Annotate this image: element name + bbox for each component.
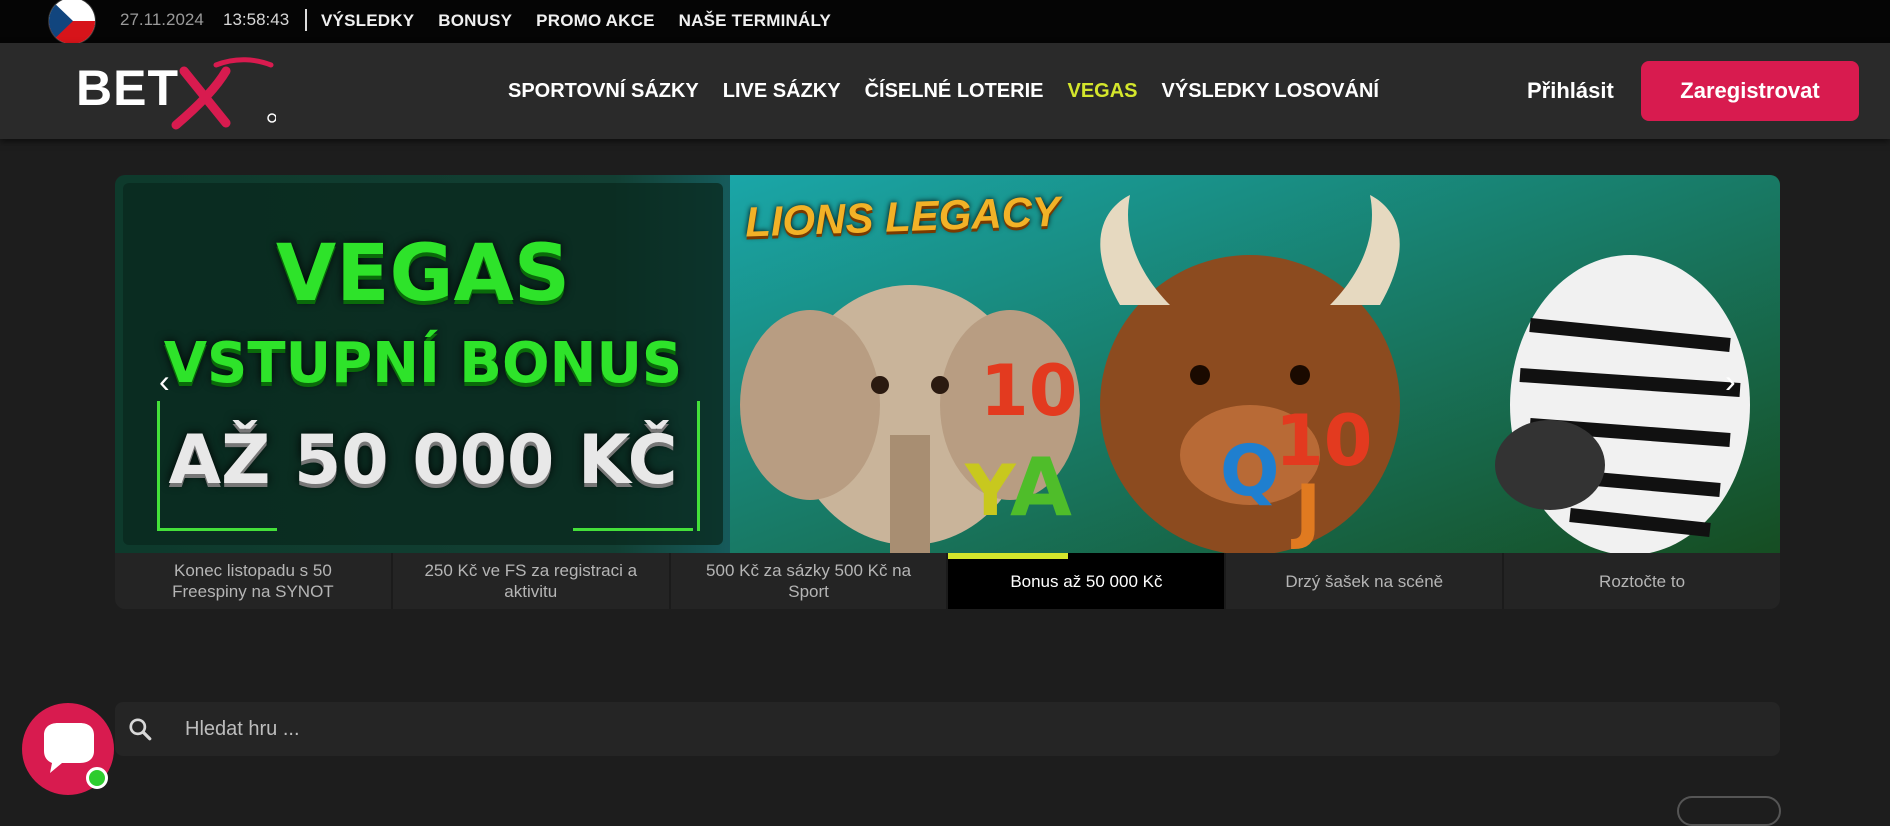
svg-text:BET: BET	[76, 60, 179, 116]
svg-text:Y: Y	[964, 450, 1017, 532]
bonus-subheading: VSTUPNÍ BONUS	[163, 331, 683, 396]
login-button[interactable]: Přihlásit	[1527, 78, 1614, 104]
nav-sport-betting[interactable]: SPORTOVNÍ SÁZKY	[508, 80, 699, 103]
time-display: 13:58:43	[223, 10, 290, 29]
nav-live-betting[interactable]: LIVE SÁZKY	[723, 80, 841, 103]
czech-flag-icon[interactable]	[49, 0, 95, 44]
top-link-bonuses[interactable]: BONUSY	[438, 11, 512, 31]
decor-bracket	[697, 401, 700, 531]
top-link-results[interactable]: VÝSLEDKY	[321, 11, 414, 31]
search-input[interactable]	[185, 710, 1745, 748]
decor-bracket	[157, 527, 277, 531]
top-link-promo[interactable]: PROMO AKCE	[536, 11, 655, 31]
register-button[interactable]: Zaregistrovat	[1641, 61, 1859, 121]
search-icon	[129, 718, 152, 741]
main-header: BET SPORTOVNÍ SÁZKY LIVE SÁZKY ČÍSELNÉ L…	[0, 43, 1890, 139]
chevron-right-icon[interactable]: ›	[1725, 365, 1736, 397]
banner-tabs: Konec listopadu s 50 Freespiny na SYNOT …	[115, 553, 1780, 609]
decor-bracket	[573, 527, 693, 531]
svg-text:10: 10	[1275, 400, 1372, 482]
nav-vegas[interactable]: VEGAS	[1067, 80, 1137, 103]
nav-draw-results[interactable]: VÝSLEDKY LOSOVÁNÍ	[1162, 80, 1379, 103]
date-display: 27.11.2024	[120, 10, 204, 29]
divider	[305, 9, 307, 31]
banner-tab[interactable]: Roztočte to	[1504, 553, 1780, 609]
banner-tab[interactable]: Drzý šašek na scéně	[1226, 553, 1505, 609]
promo-banner[interactable]: 10 A Y Q 10 J LIONS LEGACY VEGAS VSTUPNÍ…	[115, 175, 1780, 553]
top-bar: 27.11.2024 13:58:43 VÝSLEDKY BONUSY PROM…	[0, 0, 1890, 44]
game-search-bar	[115, 702, 1780, 756]
banner-tab[interactable]: Konec listopadu s 50 Freespiny na SYNOT	[115, 553, 393, 609]
banner-tab[interactable]: 500 Kč za sázky 500 Kč na Sport	[671, 553, 949, 609]
top-link-terminals[interactable]: NAŠE TERMINÁLY	[679, 11, 831, 31]
svg-text:A: A	[1010, 441, 1072, 534]
main-nav: SPORTOVNÍ SÁZKY LIVE SÁZKY ČÍSELNÉ LOTER…	[508, 80, 1379, 103]
chevron-left-icon[interactable]: ‹	[159, 365, 170, 397]
svg-text:10: 10	[980, 350, 1077, 432]
svg-text:J: J	[1291, 470, 1321, 552]
banner-tab-active[interactable]: Bonus až 50 000 Kč	[948, 553, 1227, 609]
nav-number-lotteries[interactable]: ČÍSELNÉ LOTERIE	[865, 80, 1044, 103]
betx-logo[interactable]: BET	[76, 53, 276, 131]
online-status-dot	[86, 767, 108, 789]
top-links: VÝSLEDKY BONUSY PROMO AKCE NAŠE TERMINÁL…	[321, 11, 831, 31]
svg-text:Q: Q	[1220, 430, 1280, 512]
bonus-panel: VEGAS VSTUPNÍ BONUS AŽ 50 000 KČ	[123, 183, 723, 545]
bonus-heading: VEGAS	[275, 229, 571, 319]
banner-tab[interactable]: 250 Kč ve FS za registraci a aktivitu	[393, 553, 671, 609]
decor-bracket	[157, 401, 277, 531]
chat-button[interactable]	[22, 703, 114, 795]
filter-pill[interactable]	[1677, 796, 1781, 826]
